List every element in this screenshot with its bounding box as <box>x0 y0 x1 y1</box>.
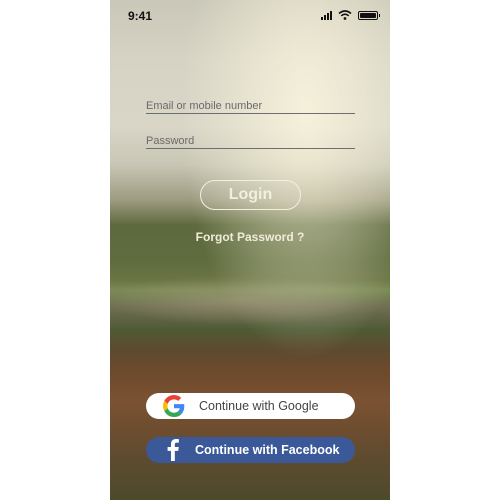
status-bar: 9:41 <box>110 0 390 32</box>
password-input[interactable] <box>146 132 355 150</box>
google-button-label: Continue with Google <box>199 399 319 413</box>
continue-with-google-button[interactable]: Continue with Google <box>146 393 355 419</box>
status-time: 9:41 <box>128 9 153 23</box>
battery-icon <box>358 10 380 20</box>
google-icon <box>163 395 185 417</box>
login-button[interactable]: Login <box>200 180 301 210</box>
wifi-icon <box>338 10 352 20</box>
continue-with-facebook-button[interactable]: Continue with Facebook <box>146 437 355 463</box>
login-screen: 9:41 Login Forgot Password ? <box>110 0 390 500</box>
forgot-password-link[interactable]: Forgot Password ? <box>110 230 390 244</box>
facebook-icon <box>163 439 183 461</box>
facebook-button-label: Continue with Facebook <box>195 443 340 457</box>
status-icons <box>321 10 380 20</box>
password-field[interactable] <box>146 131 355 150</box>
signal-icon <box>321 10 332 20</box>
email-field[interactable] <box>146 96 355 115</box>
email-input[interactable] <box>146 97 355 115</box>
